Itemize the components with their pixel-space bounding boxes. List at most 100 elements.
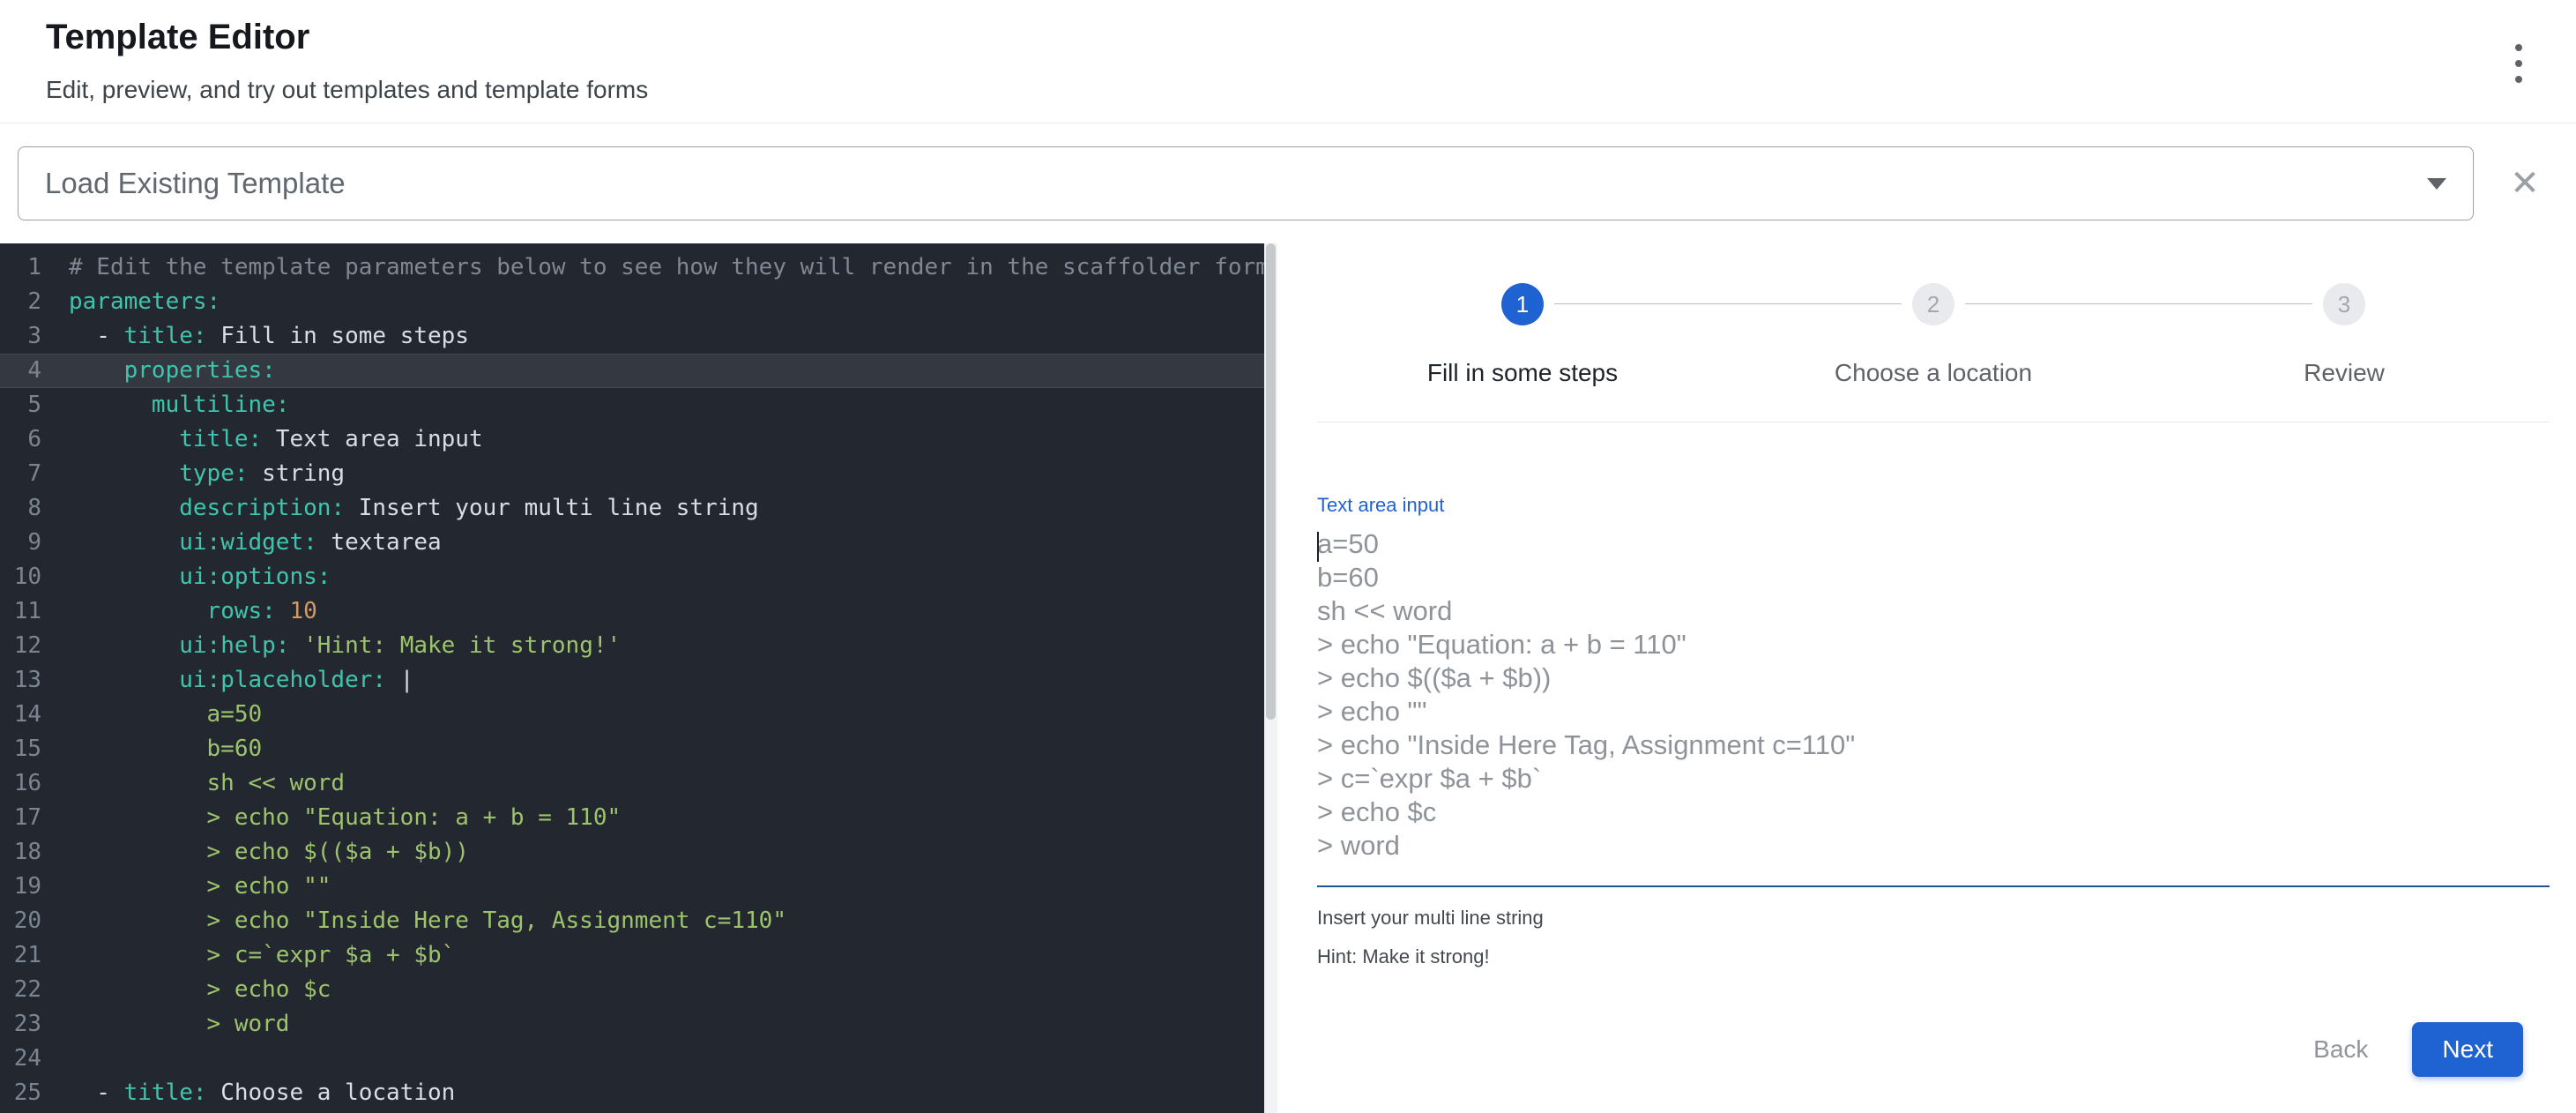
placeholder-line: > echo "Equation: a + b = 110": [1317, 628, 2550, 661]
line-number: 25: [0, 1076, 41, 1110]
editor-line[interactable]: 15 b=60: [0, 732, 1277, 766]
editor-line[interactable]: 4 properties:: [0, 354, 1277, 388]
textarea-placeholder: a=50b=60sh << word> echo "Equation: a + …: [1317, 527, 2550, 863]
code-text: title: Text area input: [41, 422, 483, 457]
template-select-row: Load Existing Template ✕: [0, 123, 2576, 243]
close-icon: ✕: [2510, 166, 2540, 201]
editor-line[interactable]: 7 type: string: [0, 457, 1277, 491]
kebab-menu-icon[interactable]: [2511, 44, 2527, 83]
line-number: 5: [0, 388, 41, 422]
line-number: 13: [0, 663, 41, 698]
kebab-dot: [2515, 76, 2522, 83]
back-button[interactable]: Back: [2292, 1022, 2389, 1077]
step-label: Review: [2304, 359, 2385, 387]
code-text: properties:: [41, 354, 276, 388]
clear-template-button[interactable]: ✕: [2491, 146, 2558, 220]
placeholder-line: > word: [1317, 829, 2550, 863]
scrollbar-thumb[interactable]: [1266, 243, 1276, 720]
code-text: parameters:: [41, 285, 220, 319]
editor-line[interactable]: 17 > echo "Equation: a + b = 110": [0, 801, 1277, 835]
code-text: sh << word: [41, 766, 345, 801]
line-number: 6: [0, 422, 41, 457]
placeholder-line: > echo $(($a + $b)): [1317, 661, 2550, 695]
line-number: 20: [0, 904, 41, 938]
editor-line[interactable]: 10 ui:options:: [0, 560, 1277, 594]
line-number: 3: [0, 319, 41, 354]
editor-line[interactable]: 13 ui:placeholder: |: [0, 663, 1277, 698]
line-number: 23: [0, 1007, 41, 1042]
code-text: a=50: [41, 698, 262, 732]
step-circle: 2: [1912, 283, 1954, 325]
editor-line[interactable]: 3 - title: Fill in some steps: [0, 319, 1277, 354]
line-number: 19: [0, 870, 41, 904]
placeholder-line: b=60: [1317, 561, 2550, 594]
editor-line[interactable]: 14 a=50: [0, 698, 1277, 732]
code-text: > echo "Inside Here Tag, Assignment c=11…: [41, 904, 786, 938]
line-number: 8: [0, 491, 41, 526]
editor-line[interactable]: 25 - title: Choose a location: [0, 1076, 1277, 1110]
code-text: - title: Choose a location: [41, 1076, 455, 1110]
load-template-select[interactable]: Load Existing Template: [18, 146, 2474, 220]
code-text: ui:widget: textarea: [41, 526, 442, 560]
line-number: 12: [0, 629, 41, 663]
kebab-dot: [2515, 60, 2522, 67]
editor-line[interactable]: 6 title: Text area input: [0, 422, 1277, 457]
line-number: 7: [0, 457, 41, 491]
editor-line[interactable]: 9 ui:widget: textarea: [0, 526, 1277, 560]
code-text: > echo "": [41, 870, 331, 904]
chevron-down-icon: [2427, 178, 2446, 190]
editor-line[interactable]: 18 > echo $(($a + $b)): [0, 835, 1277, 870]
placeholder-line: a=50: [1317, 527, 2550, 561]
stepper: 1 Fill in some steps 2Choose a location 3 Re…: [1317, 283, 2550, 387]
editor-line[interactable]: 5 multiline:: [0, 388, 1277, 422]
code-editor[interactable]: 1# Edit the template parameters below to…: [0, 243, 1277, 1113]
kebab-dot: [2515, 44, 2522, 51]
code-text: ui:placeholder: |: [41, 663, 413, 698]
editor-line[interactable]: 1# Edit the template parameters below to…: [0, 250, 1277, 285]
code-text: multiline:: [41, 388, 289, 422]
editor-line[interactable]: 11 rows: 10: [0, 594, 1277, 629]
editor-line[interactable]: 19 > echo "": [0, 870, 1277, 904]
line-number: 17: [0, 801, 41, 835]
placeholder-line: > c=`expr $a + $b`: [1317, 762, 2550, 796]
line-number: 24: [0, 1042, 41, 1076]
code-text: > echo "Equation: a + b = 110": [41, 801, 621, 835]
line-number: 22: [0, 973, 41, 1007]
stepper-step: 1 Fill in some steps: [1317, 283, 1728, 387]
code-text: b=60: [41, 732, 262, 766]
next-button[interactable]: Next: [2412, 1022, 2523, 1077]
editor-lines: 1# Edit the template parameters below to…: [0, 243, 1277, 1110]
step-label: Fill in some steps: [1427, 359, 1618, 387]
editor-line[interactable]: 8 description: Insert your multi line st…: [0, 491, 1277, 526]
step-circle: 1: [1501, 283, 1544, 325]
editor-line[interactable]: 24: [0, 1042, 1277, 1076]
line-number: 16: [0, 766, 41, 801]
placeholder-line: sh << word: [1317, 594, 2550, 628]
placeholder-line: > echo "Inside Here Tag, Assignment c=11…: [1317, 728, 2550, 762]
page-title: Template Editor: [46, 18, 309, 57]
stepper-step: 2Choose a location: [1728, 283, 2139, 387]
select-placeholder: Load Existing Template: [45, 167, 2427, 200]
editor-line[interactable]: 2parameters:: [0, 285, 1277, 319]
multiline-textarea[interactable]: a=50b=60sh << word> echo "Equation: a + …: [1317, 527, 2550, 863]
page-subtitle: Edit, preview, and try out templates and…: [46, 76, 648, 104]
code-text: type: string: [41, 457, 345, 491]
editor-line[interactable]: 21 > c=`expr $a + $b`: [0, 938, 1277, 973]
field-description: Insert your multi line string: [1317, 907, 1544, 930]
line-number: 11: [0, 594, 41, 629]
editor-line[interactable]: 22 > echo $c: [0, 973, 1277, 1007]
field-help: Hint: Make it strong!: [1317, 945, 1490, 968]
code-text: rows: 10: [41, 594, 317, 629]
code-text: [41, 1042, 69, 1076]
editor-scrollbar[interactable]: [1264, 243, 1277, 1113]
editor-line[interactable]: 12 ui:help: 'Hint: Make it strong!': [0, 629, 1277, 663]
editor-line[interactable]: 23 > word: [0, 1007, 1277, 1042]
editor-line[interactable]: 20 > echo "Inside Here Tag, Assignment c…: [0, 904, 1277, 938]
app-header: Template Editor Edit, preview, and try o…: [0, 0, 2576, 123]
code-text: description: Insert your multi line stri…: [41, 491, 759, 526]
placeholder-line: > echo $c: [1317, 796, 2550, 829]
step-circle: 3: [2323, 283, 2365, 325]
code-text: ui:options:: [41, 560, 331, 594]
code-text: > echo $c: [41, 973, 331, 1007]
editor-line[interactable]: 16 sh << word: [0, 766, 1277, 801]
